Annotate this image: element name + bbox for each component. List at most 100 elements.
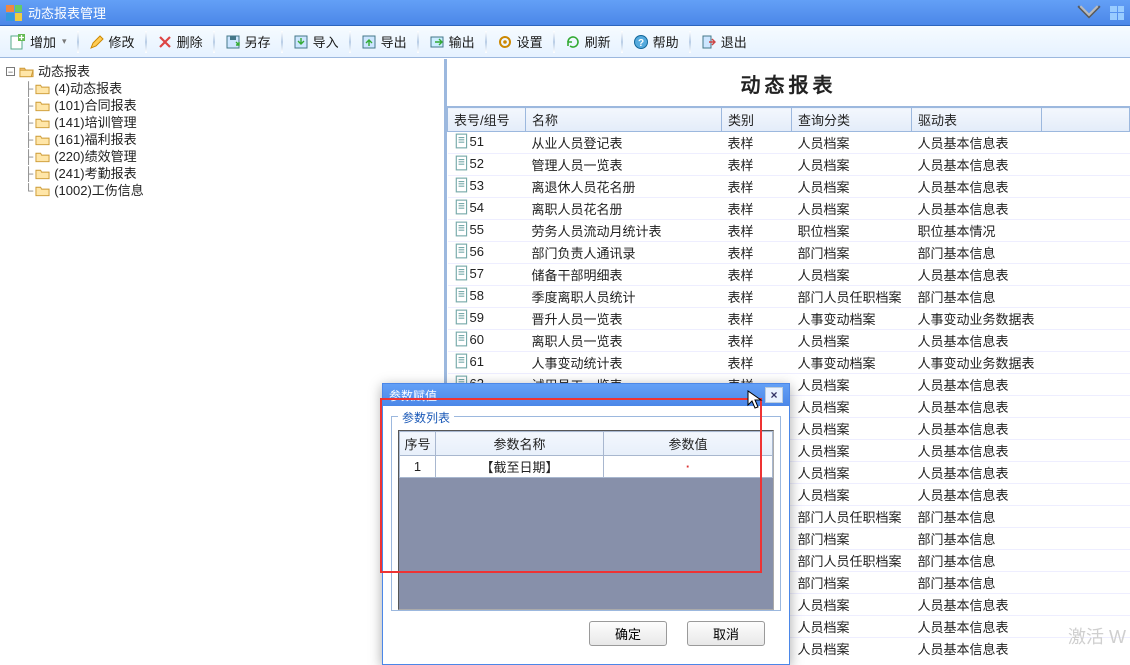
separator [689, 31, 691, 53]
col-cat[interactable]: 类别 [722, 108, 792, 132]
table-row[interactable]: 58季度离职人员统计表样部门人员任职档案部门基本信息 [448, 286, 1130, 308]
cell-drv: 部门基本信息 [912, 242, 1042, 264]
table-row[interactable]: 56部门负责人通讯录表样部门档案部门基本信息 [448, 242, 1130, 264]
fieldset-legend: 参数列表 [398, 409, 454, 426]
edit-button[interactable]: 修改 [83, 29, 141, 55]
tree-root-label: 动态报表 [38, 63, 90, 80]
import-button[interactable]: 导入 [287, 29, 345, 55]
window-title: 动态报表管理 [28, 3, 106, 22]
folder-icon [35, 116, 50, 129]
export-button[interactable]: 导出 [355, 29, 413, 55]
report-tree[interactable]: 动态报表 ├(4)动态报表├(101)合同报表├(141)培训管理├(161)福… [2, 63, 442, 199]
tree-item-label: (101)合同报表 [54, 97, 136, 114]
import-label: 导入 [313, 32, 339, 51]
exit-button[interactable]: 退出 [695, 29, 753, 55]
sheet-icon [454, 243, 470, 262]
col-name[interactable]: 名称 [526, 108, 722, 132]
separator [77, 31, 79, 53]
exit-label: 退出 [721, 32, 747, 51]
add-label: 增加 [30, 32, 56, 51]
table-row[interactable]: 53离退休人员花名册表样人员档案人员基本信息表 [448, 176, 1130, 198]
delete-button[interactable]: 删除 [151, 29, 209, 55]
saveas-button[interactable]: 另存 [219, 29, 277, 55]
col-blank[interactable] [1042, 108, 1130, 132]
cell-query: 人员档案 [792, 594, 912, 616]
cell-id: 61 [470, 354, 484, 369]
expand-toggle-icon[interactable] [6, 67, 15, 76]
cancel-button[interactable]: 取消 [687, 621, 765, 646]
tree-item[interactable]: ├(101)合同报表 [24, 97, 442, 114]
tree-item-label: (1002)工伤信息 [54, 182, 144, 199]
cell-drv: 人员基本信息表 [912, 176, 1042, 198]
param-row[interactable]: 1 【截至日期】 · [400, 456, 773, 478]
folder-open-icon [19, 65, 34, 78]
window-titlebar: 动态报表管理 [0, 0, 1130, 26]
add-button[interactable]: 增加▾ [4, 29, 73, 55]
dialog-titlebar[interactable]: 参数赋值 × [383, 384, 789, 406]
col-query[interactable]: 查询分类 [792, 108, 912, 132]
folder-icon [35, 150, 50, 163]
close-button[interactable]: × [765, 387, 783, 403]
dialog-title: 参数赋值 [389, 387, 437, 404]
tree-item[interactable]: ├(4)动态报表 [24, 80, 442, 97]
tree-item[interactable]: └(1002)工伤信息 [24, 182, 442, 199]
table-row[interactable]: 59晋升人员一览表表样人事变动档案人事变动业务数据表 [448, 308, 1130, 330]
sheet-icon [454, 199, 470, 218]
table-row[interactable]: 61人事变动统计表表样人事变动档案人事变动业务数据表 [448, 352, 1130, 374]
collapse-ribbon-icon[interactable] [1076, 4, 1102, 22]
cell-name: 季度离职人员统计 [526, 286, 722, 308]
cell-query: 部门档案 [792, 528, 912, 550]
edit-label: 修改 [109, 32, 135, 51]
svg-text:?: ? [638, 38, 644, 49]
output-button[interactable]: 输出 [423, 29, 481, 55]
cell-cat: 表样 [722, 352, 792, 374]
cell-cat: 表样 [722, 198, 792, 220]
tile-windows-icon[interactable] [1110, 6, 1124, 20]
cell-drv: 部门基本信息 [912, 550, 1042, 572]
cell-id: 55 [470, 222, 484, 237]
cell-drv: 人员基本信息表 [912, 462, 1042, 484]
separator [621, 31, 623, 53]
col-pval: 参数值 [604, 432, 773, 456]
cell-drv: 人员基本信息表 [912, 616, 1042, 638]
tree-item[interactable]: ├(161)福利报表 [24, 131, 442, 148]
tree-root[interactable]: 动态报表 [6, 63, 442, 80]
sheet-icon [454, 177, 470, 196]
table-row[interactable]: 55劳务人员流动月统计表表样职位档案职位基本情况 [448, 220, 1130, 242]
col-id[interactable]: 表号/组号 [448, 108, 526, 132]
folder-icon [35, 184, 50, 197]
cell-cat: 表样 [722, 264, 792, 286]
cell-drv: 部门基本信息 [912, 572, 1042, 594]
cell-name: 人事变动统计表 [526, 352, 722, 374]
sheet-icon [454, 353, 470, 372]
refresh-button[interactable]: 刷新 [559, 29, 617, 55]
tree-item[interactable]: ├(141)培训管理 [24, 114, 442, 131]
cell-name: 晋升人员一览表 [526, 308, 722, 330]
cell-cat: 表样 [722, 286, 792, 308]
cell-name: 劳务人员流动月统计表 [526, 220, 722, 242]
tree-item[interactable]: ├(220)绩效管理 [24, 148, 442, 165]
settings-button[interactable]: 设置 [491, 29, 549, 55]
tree-item[interactable]: ├(241)考勤报表 [24, 165, 442, 182]
cell-cat: 表样 [722, 330, 792, 352]
table-row[interactable]: 52管理人员一览表表样人员档案人员基本信息表 [448, 154, 1130, 176]
cell-drv: 人员基本信息表 [912, 484, 1042, 506]
col-drv[interactable]: 驱动表 [912, 108, 1042, 132]
ok-button[interactable]: 确定 [589, 621, 667, 646]
table-row[interactable]: 51从业人员登记表表样人员档案人员基本信息表 [448, 132, 1130, 154]
sheet-icon [454, 331, 470, 350]
table-row[interactable]: 54离职人员花名册表样人员档案人员基本信息表 [448, 198, 1130, 220]
cell-query: 人员档案 [792, 484, 912, 506]
cell-drv: 部门基本信息 [912, 286, 1042, 308]
cell-drv: 人员基本信息表 [912, 198, 1042, 220]
table-row[interactable]: 57储备干部明细表表样人员档案人员基本信息表 [448, 264, 1130, 286]
separator [485, 31, 487, 53]
param-table[interactable]: 序号 参数名称 参数值 1 【截至日期】 · [399, 431, 773, 478]
cell-name: 离职人员花名册 [526, 198, 722, 220]
cell-query: 职位档案 [792, 220, 912, 242]
cell-drv: 人员基本信息表 [912, 154, 1042, 176]
table-row[interactable]: 60离职人员一览表表样人员档案人员基本信息表 [448, 330, 1130, 352]
param-value-cell[interactable]: · [604, 456, 773, 478]
help-button[interactable]: ?帮助 [627, 29, 685, 55]
sheet-icon [454, 309, 470, 328]
